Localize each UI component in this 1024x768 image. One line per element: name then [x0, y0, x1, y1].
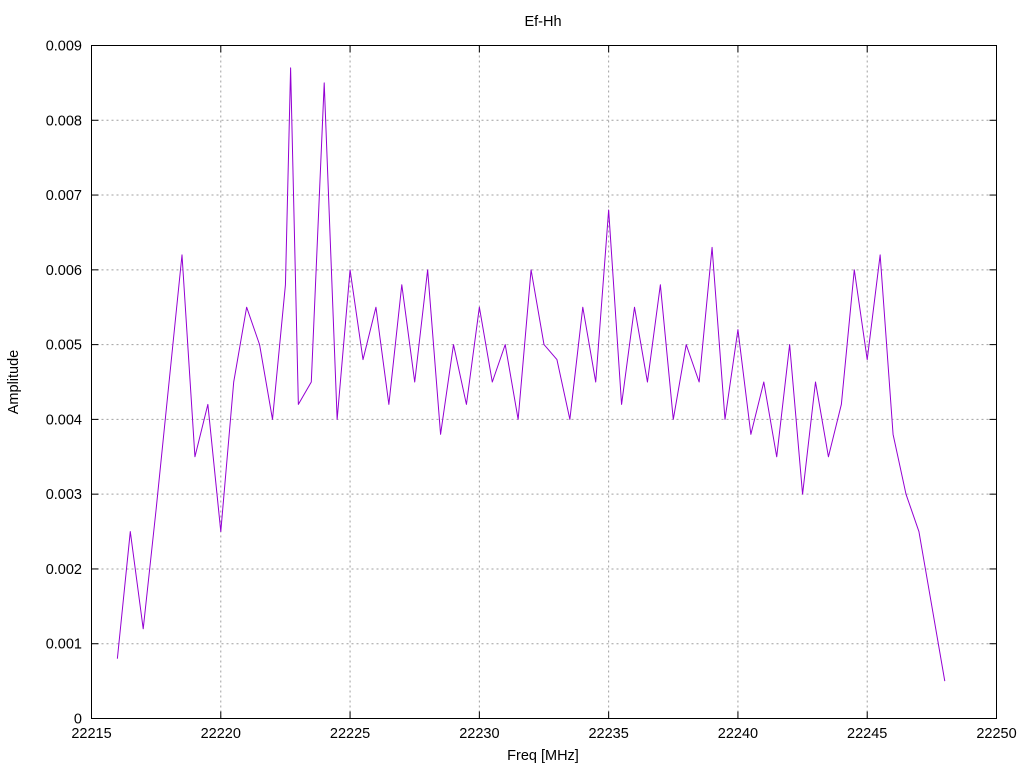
- y-axis-label: Amplitude: [6, 350, 22, 414]
- x-tick-label: 22235: [588, 726, 628, 742]
- trace-layer: [116, 67, 946, 682]
- y-tick-label: 0.005: [46, 338, 82, 354]
- amplitude-chart: Ef-Hh 22215 22220 22225 22230 22235 22240 2224…: [6, 14, 1017, 764]
- y-tick-label: 0.002: [46, 562, 82, 578]
- x-tick-label: 22245: [847, 726, 887, 742]
- x-tick-label: 22215: [71, 726, 111, 742]
- y-tick-labels: 0 0.001 0.002 0.003 0.004 0.005 0.006 0.007 0.00…: [46, 39, 82, 728]
- y-tick-label: 0.008: [46, 113, 82, 129]
- x-axis-label: Freq [MHz]: [507, 748, 579, 764]
- y-tick-label: 0.001: [46, 637, 82, 653]
- tick-marks: [91, 45, 997, 719]
- x-tick-label: 22220: [201, 726, 241, 742]
- x-tick-label: 22225: [330, 726, 370, 742]
- y-tick-label: 0.007: [46, 188, 82, 204]
- x-tick-label: 22250: [976, 726, 1016, 742]
- y-tick-label: 0.004: [46, 412, 82, 428]
- chart-title: Ef-Hh: [524, 14, 561, 30]
- x-tick-label: 22230: [459, 726, 499, 742]
- plot-frame: [91, 45, 997, 719]
- grid-lines: [91, 45, 997, 719]
- y-tick-label: 0.003: [46, 487, 82, 503]
- x-tick-label: 22240: [718, 726, 758, 742]
- amplitude-trace: [116, 67, 946, 682]
- y-tick-label: 0: [74, 712, 82, 728]
- x-tick-labels: 22215 22220 22225 22230 22235 22240 22245 22250: [71, 726, 1016, 742]
- y-tick-label: 0.006: [46, 263, 82, 279]
- y-tick-label: 0.009: [46, 39, 82, 55]
